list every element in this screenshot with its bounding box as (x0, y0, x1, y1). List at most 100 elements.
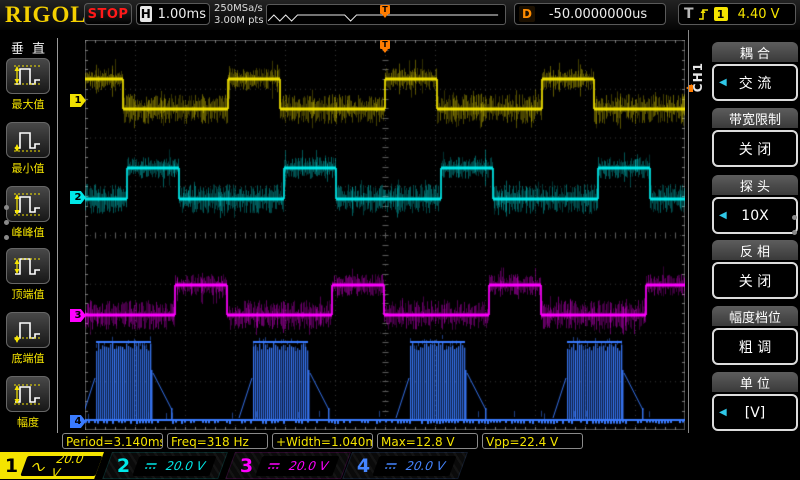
delay-value: -50.0000000us (549, 7, 647, 22)
menu-section-value: 粗 调 (739, 337, 771, 357)
channel-3-status[interactable]: 3 20.0 V (225, 452, 351, 479)
menu-softkey-0[interactable]: ◀ 交 流 (712, 64, 798, 101)
menu-section-value: 10X (741, 208, 768, 224)
menu-section-value: 关 闭 (739, 139, 771, 159)
vertical-measure-menu: 垂 直 最大值最小值峰峰值顶端值底端值幅度 (0, 30, 58, 433)
left-page-dots (4, 195, 10, 250)
trigger-source-badge: 1 (714, 7, 728, 21)
measurement-strip: Period=3.140msFreq=318 Hz+Width=1.040msM… (0, 432, 800, 452)
menu-section-value: 关 闭 (739, 271, 771, 291)
channel-2-ground-marker[interactable]: 2 (70, 191, 86, 204)
menu-section-title: 单 位 (712, 372, 798, 392)
channel-2-status[interactable]: 220.0 V (102, 452, 228, 479)
menu-tab-label: CH1 (691, 62, 705, 92)
channel-scale-box: 20.0 V (133, 456, 217, 476)
menu-section-title: 探 头 (712, 175, 798, 195)
measure-item-label: 幅度 (3, 414, 53, 430)
oscilloscope-screen: RIGOL STOP H 1.00ms 250MSa/s 3.00M pts T… (0, 0, 800, 480)
menu-softkey-1[interactable]: 关 闭 (712, 130, 798, 167)
coupling-dc-icon (264, 456, 285, 475)
menu-section-3: 反 相关 闭 (712, 240, 798, 299)
channel-4-ground-marker[interactable]: 4 (70, 415, 86, 428)
channel-number: 3 (240, 455, 253, 477)
trigger-position-marker[interactable]: T (380, 40, 390, 49)
run-state-badge[interactable]: STOP (84, 3, 132, 25)
vbase-icon (6, 312, 50, 348)
memory-depth: 3.00M pts (214, 15, 264, 27)
menu-section-title: 反 相 (712, 240, 798, 260)
vmax-icon (6, 58, 50, 94)
measure-item-vamp[interactable]: 幅度 (3, 376, 53, 430)
waveform-display[interactable] (85, 40, 685, 430)
vamp-icon (6, 376, 50, 412)
measure-item-vmax[interactable]: 最大值 (3, 58, 53, 112)
measure-item-label: 顶端值 (3, 286, 53, 302)
measure-item-vtop[interactable]: 顶端值 (3, 248, 53, 302)
left-menu-divider (57, 38, 58, 433)
menu-softkey-2[interactable]: ◀ 10X (712, 197, 798, 234)
menu-softkey-3[interactable]: 关 闭 (712, 262, 798, 299)
channel-scale-box: 20.0 V (373, 456, 457, 476)
rigol-logo: RIGOL (5, 2, 87, 28)
waveform-preview-bar[interactable]: T (266, 4, 506, 25)
channel-scale-box: 20.0 V (21, 456, 103, 476)
h-key-icon: H (140, 6, 152, 22)
chevron-left-icon: ◀ (719, 407, 727, 418)
channel-4-status[interactable]: 4 20.0 V (342, 452, 468, 479)
vtop-icon (6, 248, 50, 284)
menu-section-value: [V] (745, 405, 766, 421)
menu-softkey-5[interactable]: ◀ [V] (712, 394, 798, 431)
channel-scale-box: 20.0 V (256, 456, 340, 476)
channel-scale-value: 20.0 V (49, 452, 96, 480)
coupling-dc-icon (141, 456, 162, 475)
left-menu-title: 垂 直 (0, 38, 58, 57)
chevron-left-icon: ◀ (719, 77, 727, 88)
measurement-readout-2[interactable]: +Width=1.040ms (272, 433, 373, 449)
menu-section-title: 幅度档位 (712, 306, 798, 326)
channel-1-ground-marker[interactable]: 1 (70, 94, 86, 107)
trigger-position-icon[interactable]: T (380, 5, 390, 14)
channel-1-status[interactable]: 120.0 V (0, 452, 104, 479)
channel-number: 4 (357, 455, 370, 477)
coupling-ac-icon (29, 456, 50, 475)
sample-rate: 250MSa/s (214, 3, 264, 15)
menu-section-4: 幅度档位粗 调 (712, 306, 798, 365)
header-bar: RIGOL STOP H 1.00ms 250MSa/s 3.00M pts T… (0, 0, 800, 30)
measure-item-label: 最大值 (3, 96, 53, 112)
vpp-icon (6, 186, 50, 222)
measurement-readout-3[interactable]: Max=12.8 V (377, 433, 478, 449)
channel-status-bar: 120.0 V220.0 V 3 20.0 V 4 20.0 V (0, 452, 800, 480)
trigger-info-box[interactable]: T 1 4.40 V (678, 3, 796, 25)
timebase-value: 1.00ms (158, 7, 206, 22)
menu-section-0: 耦 合 ◀ 交 流 (712, 42, 798, 101)
channel-menu: CH1 耦 合◀交 流带宽限制关 闭探 头◀10X反 相关 闭幅度档位粗 调单 … (685, 30, 800, 433)
right-page-dots (792, 205, 798, 245)
menu-section-1: 带宽限制关 闭 (712, 108, 798, 167)
menu-section-5: 单 位 ◀ [V] (712, 372, 798, 431)
measure-item-vbase[interactable]: 底端值 (3, 312, 53, 366)
measure-item-label: 底端值 (3, 350, 53, 366)
menu-softkey-4[interactable]: 粗 调 (712, 328, 798, 365)
chevron-left-icon: ◀ (719, 210, 727, 221)
channel-scale-value: 20.0 V (164, 459, 208, 473)
acquisition-info: 250MSa/s 3.00M pts (214, 3, 264, 27)
measure-item-vmin[interactable]: 最小值 (3, 122, 53, 176)
channel-scale-value: 20.0 V (287, 459, 331, 473)
measurement-readout-0[interactable]: Period=3.140ms (62, 433, 163, 449)
measure-item-label: 峰峰值 (3, 224, 53, 240)
menu-section-title: 带宽限制 (712, 108, 798, 128)
measure-item-label: 最小值 (3, 160, 53, 176)
trigger-delay-box[interactable]: D -50.0000000us (514, 3, 666, 25)
measurement-readout-4[interactable]: Vpp=22.4 V (482, 433, 583, 449)
channel-3-ground-marker[interactable]: 3 (70, 309, 86, 322)
coupling-dc-icon (381, 456, 402, 475)
menu-section-2: 探 头 ◀ 10X (712, 175, 798, 234)
menu-section-title: 耦 合 (712, 42, 798, 62)
delay-d-icon: D (519, 6, 535, 22)
menu-section-value: 交 流 (739, 73, 771, 93)
measure-item-vpp[interactable]: 峰峰值 (3, 186, 53, 240)
channel-scale-value: 20.0 V (404, 459, 448, 473)
vmin-icon (6, 122, 50, 158)
measurement-readout-1[interactable]: Freq=318 Hz (167, 433, 268, 449)
horizontal-scale-box[interactable]: H 1.00ms (136, 3, 210, 25)
